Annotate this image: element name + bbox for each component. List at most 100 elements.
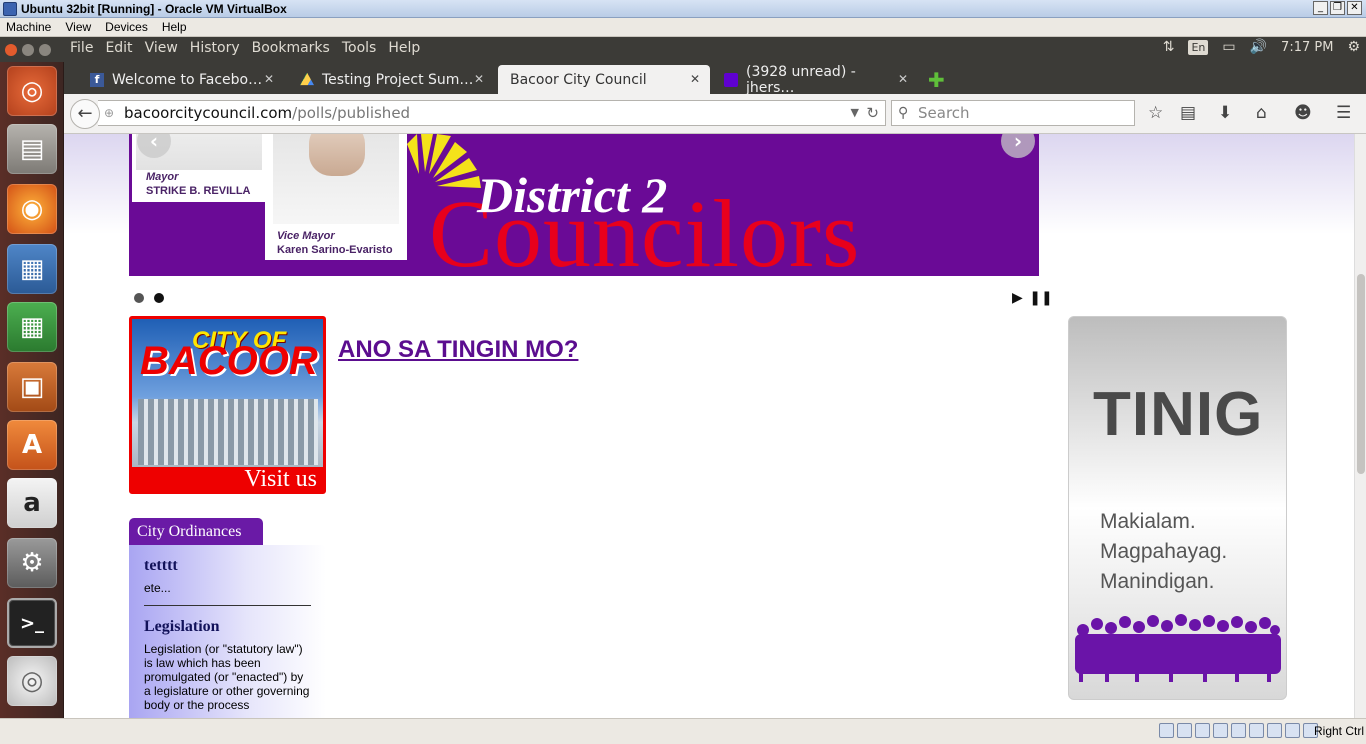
close-tab-icon[interactable]: ✕ <box>690 72 700 86</box>
district-heading: District 2 <box>477 167 668 223</box>
window-title: Ubuntu 32bit [Running] - Oracle VM Virtu… <box>21 1 287 16</box>
city-hall-building-graphic <box>138 399 318 465</box>
keyboard-layout-indicator[interactable]: En <box>1188 39 1209 55</box>
close-tab-icon[interactable]: ✕ <box>898 72 908 86</box>
slide-dot-1[interactable] <box>134 293 144 303</box>
city-ordinances-tab[interactable]: City Ordinances <box>129 518 263 545</box>
search-placeholder: Search <box>918 104 970 122</box>
ff-menu-tools[interactable]: Tools <box>342 40 377 56</box>
volume-icon[interactable]: 🔊 <box>1250 39 1267 55</box>
scrollbar-thumb[interactable] <box>1357 274 1365 474</box>
slideshow-next-arrow[interactable]: › <box>1001 134 1035 158</box>
url-bar[interactable]: ⊕ bacoorcitycouncil.com/polls/published … <box>98 100 886 126</box>
calc-icon[interactable]: ▦ <box>7 302 57 352</box>
tab-bacoor-city-council[interactable]: Bacoor City Council ✕ <box>498 65 710 94</box>
back-button[interactable]: ← <box>70 99 100 129</box>
ff-menu-bookmarks[interactable]: Bookmarks <box>252 40 330 56</box>
hard-disk-icon[interactable] <box>1159 723 1174 738</box>
close-tab-icon[interactable]: ✕ <box>474 72 484 86</box>
ff-menu-help[interactable]: Help <box>388 40 420 56</box>
usb-icon[interactable] <box>1195 723 1210 738</box>
menu-machine[interactable]: Machine <box>6 20 51 34</box>
impress-icon[interactable]: ▣ <box>7 362 57 412</box>
clock[interactable]: 7:17 PM <box>1281 40 1333 55</box>
slideshow-controls: ▶ ❚❚ <box>1012 290 1053 306</box>
downloads-icon[interactable]: ⬇ <box>1218 103 1232 123</box>
page-scrollbar[interactable] <box>1354 134 1366 718</box>
tinig-title: TINIG <box>1093 380 1264 449</box>
unity-launcher: ◎ ▤ ◉ ▦ ▦ ▣ A a ⚙ >_ ◎ <box>0 62 64 718</box>
minimize-button[interactable]: _ <box>1313 1 1328 15</box>
battery-icon[interactable]: ▭ <box>1222 39 1235 55</box>
ordinance-excerpt: Legislation (or "statutory law") is law … <box>144 642 310 712</box>
ordinance-title[interactable]: Legislation <box>144 618 311 636</box>
close-button[interactable]: ✕ <box>1347 1 1362 15</box>
chat-icon[interactable]: ☻ <box>1294 103 1312 123</box>
site-identity-icon[interactable]: ⊕ <box>104 101 114 125</box>
crowd-silhouette-graphic <box>1075 614 1281 682</box>
close-tab-icon[interactable]: ✕ <box>264 72 274 86</box>
tab-facebook[interactable]: f Welcome to Facebo… ✕ <box>80 65 284 94</box>
ff-menu-file[interactable]: File <box>70 40 93 56</box>
url-host: bacoorcitycouncil.com <box>124 104 293 122</box>
optical-drive-icon[interactable] <box>1177 723 1192 738</box>
ff-menu-view[interactable]: View <box>145 40 178 56</box>
files-icon[interactable]: ▤ <box>7 124 57 174</box>
tab-label: (3928 unread) - jhers… <box>746 63 856 96</box>
ff-menu-edit[interactable]: Edit <box>105 40 132 56</box>
window-minimize-icon[interactable] <box>22 43 34 56</box>
window-close-icon[interactable] <box>5 43 17 56</box>
web-page: Mayor STRIKE B. REVILLA Vice Mayor Karen… <box>64 134 1354 718</box>
amazon-icon[interactable]: a <box>7 478 57 528</box>
window-maximize-icon[interactable] <box>39 43 51 56</box>
pause-icon[interactable]: ❚❚ <box>1029 290 1052 306</box>
ordinance-title[interactable]: tetttt <box>144 557 311 575</box>
tab-yahoo-mail[interactable]: (3928 unread) - jhers… ✕ <box>714 63 918 96</box>
vice-mayor-name: Karen Sarino-Evaristo <box>277 244 393 256</box>
home-icon[interactable]: ⌂ <box>1256 103 1267 123</box>
navigation-toolbar: ⊕ bacoorcitycouncil.com/polls/published … <box>64 94 1366 134</box>
vice-mayor-role: Vice Mayor <box>277 230 335 242</box>
new-tab-plus-icon[interactable]: ✚ <box>928 68 945 92</box>
terminal-icon[interactable]: >_ <box>7 598 57 648</box>
menu-devices[interactable]: Devices <box>105 20 148 34</box>
virtualbox-titlebar: Ubuntu 32bit [Running] - Oracle VM Virtu… <box>0 0 1366 18</box>
bacoor-label: BACOOR <box>140 339 318 383</box>
network-icon[interactable]: ⇅ <box>1163 39 1175 55</box>
poll-title-link[interactable]: ANO SA TINGIN MO? <box>338 336 578 364</box>
bookmark-star-icon[interactable]: ☆ <box>1148 103 1163 123</box>
mouse-integration-icon[interactable] <box>1285 723 1300 738</box>
display-icon[interactable] <box>1249 723 1264 738</box>
writer-icon[interactable]: ▦ <box>7 244 57 294</box>
url-history-dropdown-icon[interactable]: ▼ <box>851 101 859 125</box>
dvd-icon[interactable]: ◎ <box>7 656 57 706</box>
city-ordinances-panel: tetttt ete... Legislation Legislation (o… <box>129 545 326 718</box>
menu-view[interactable]: View <box>65 20 91 34</box>
firefox-icon[interactable]: ◉ <box>7 184 57 234</box>
divider <box>144 605 311 606</box>
reading-list-icon[interactable]: ▤ <box>1180 103 1196 123</box>
restore-button[interactable]: ❐ <box>1330 1 1345 15</box>
tinig-ad[interactable]: TINIG Makialam. Magpahayag. Manindigan. <box>1068 316 1287 700</box>
network-adapter-icon[interactable] <box>1213 723 1228 738</box>
session-gear-icon[interactable]: ⚙ <box>1347 39 1360 55</box>
ubuntu-top-panel: File Edit View History Bookmarks Tools H… <box>0 37 1366 62</box>
ff-menu-history[interactable]: History <box>190 40 240 56</box>
system-settings-icon[interactable]: ⚙ <box>7 538 57 588</box>
shared-folders-icon[interactable] <box>1231 723 1246 738</box>
video-capture-icon[interactable] <box>1267 723 1282 738</box>
mayor-role: Mayor <box>146 171 179 183</box>
menu-help[interactable]: Help <box>162 20 187 34</box>
ubuntu-dash-icon[interactable]: ◎ <box>7 66 57 116</box>
search-input[interactable]: ⚲ Search <box>891 100 1135 126</box>
slide-dot-2[interactable] <box>154 293 164 303</box>
software-center-icon[interactable]: A <box>7 420 57 470</box>
reload-icon[interactable]: ↻ <box>866 101 879 125</box>
visit-bacoor-banner[interactable]: CITY OF BACOOR Visit us <box>129 316 326 494</box>
search-icon: ⚲ <box>898 105 909 121</box>
tab-google-drive[interactable]: Testing Project Sum… ✕ <box>290 65 494 94</box>
url-path: /polls/published <box>292 104 411 122</box>
play-icon[interactable]: ▶ <box>1012 290 1023 306</box>
hamburger-menu-icon[interactable]: ☰ <box>1336 103 1351 123</box>
virtualbox-menubar: Machine View Devices Help <box>0 18 1366 37</box>
